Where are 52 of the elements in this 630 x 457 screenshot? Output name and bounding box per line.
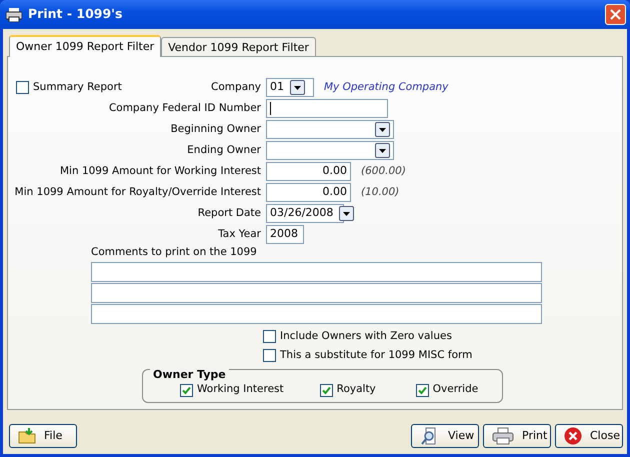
- checkbox[interactable]: [16, 81, 29, 94]
- close-button[interactable]: Close: [555, 424, 623, 448]
- field-label: Min 1099 Amount for Working Interest: [58, 164, 261, 179]
- checkbox[interactable]: [416, 384, 429, 397]
- default-amount: (10.00): [361, 184, 400, 200]
- field-label: Company: [211, 80, 261, 95]
- checkbox[interactable]: [263, 330, 276, 344]
- dropdown-field[interactable]: 01: [266, 78, 314, 97]
- input-field[interactable]: 0.00: [266, 162, 351, 181]
- tab[interactable]: Owner 1099 Report Filter: [9, 35, 162, 57]
- view-button[interactable]: View: [411, 424, 479, 448]
- comment-field[interactable]: [91, 262, 542, 282]
- input-field[interactable]: 2008: [266, 225, 304, 244]
- close-icon: [610, 9, 621, 20]
- checkbox-label: Include Owners with Zero values: [280, 328, 452, 344]
- checkbox-label: Summary Report: [33, 80, 122, 95]
- dropdown-icon[interactable]: [375, 122, 390, 137]
- field-label: Beginning Owner: [170, 122, 261, 137]
- field-label: Min 1099 Amount for Royalty/Override Interest: [14, 184, 261, 200]
- checkbox[interactable]: [320, 384, 333, 397]
- file-button[interactable]: File: [9, 424, 77, 448]
- checkbox[interactable]: [263, 348, 276, 362]
- printer-icon: [6, 8, 22, 22]
- checkbox-label: Working Interest: [197, 382, 284, 398]
- folder-icon: [18, 428, 36, 444]
- field-label: Tax Year: [217, 226, 261, 242]
- window-title: Print - 1099's: [28, 5, 122, 24]
- close-icon: [564, 427, 582, 445]
- dropdown-icon[interactable]: [339, 206, 354, 221]
- company-name: My Operating Company: [324, 80, 448, 95]
- default-amount: (600.00): [361, 164, 406, 179]
- dropdown-field[interactable]: [266, 120, 394, 139]
- dropdown-icon[interactable]: [290, 80, 305, 95]
- close-button[interactable]: [605, 4, 626, 25]
- checkbox-label: Royalty: [336, 382, 376, 398]
- field-label: Report Date: [196, 206, 261, 221]
- dropdown-field[interactable]: [266, 141, 394, 160]
- input-field[interactable]: 0.00: [266, 183, 351, 202]
- field-label: Company Federal ID Number: [108, 100, 261, 116]
- comments-label: Comments to print on the 1099: [91, 245, 258, 260]
- field-label: Ending Owner: [186, 142, 261, 158]
- checkbox[interactable]: [180, 384, 193, 397]
- comment-field[interactable]: [91, 304, 542, 324]
- comment-field[interactable]: [91, 282, 542, 303]
- group-title: Owner Type: [150, 369, 229, 382]
- print-button[interactable]: Print: [483, 424, 551, 448]
- input-field[interactable]: [266, 99, 388, 118]
- dropdown-icon[interactable]: [375, 143, 390, 158]
- tab[interactable]: Vendor 1099 Report Filter: [161, 37, 316, 56]
- checkbox-label: This a substitute for 1099 MISC form: [280, 348, 472, 362]
- checkbox-label: Override: [432, 382, 478, 398]
- printer-icon: [492, 427, 514, 445]
